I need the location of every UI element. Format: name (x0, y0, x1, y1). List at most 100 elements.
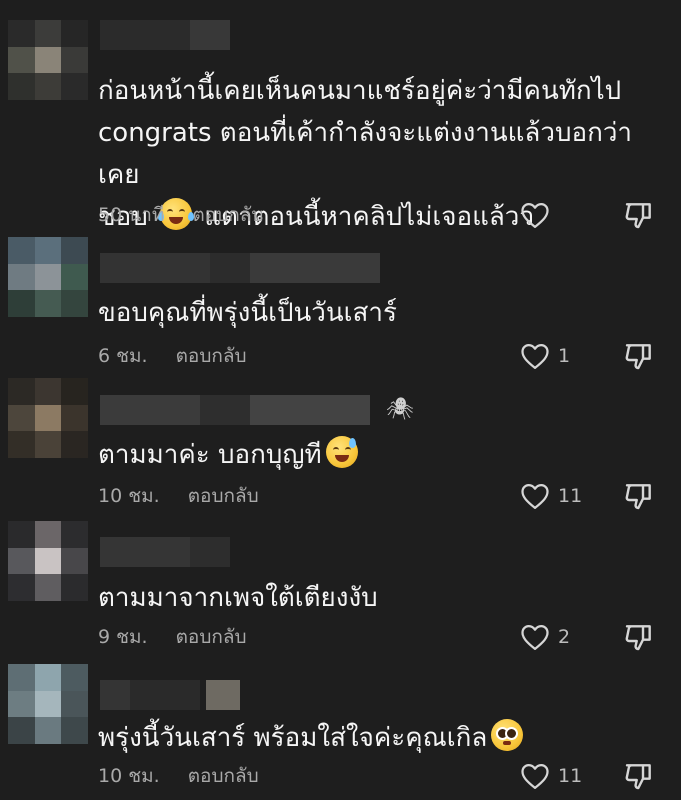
reply-button[interactable]: ตอบกลับ (188, 761, 259, 791)
username-redacted[interactable] (100, 537, 230, 567)
avatar-pixel (61, 237, 88, 264)
comment-meta: 6 ชม. ตอบกลับ (98, 341, 247, 371)
dislike-button[interactable] (623, 340, 655, 372)
like-button[interactable]: 11 (520, 761, 582, 791)
redaction-block (250, 253, 380, 283)
like-button[interactable]: 11 (520, 481, 582, 511)
like-button[interactable] (520, 200, 558, 230)
avatar-pixel (8, 378, 35, 405)
avatar-pixel (8, 431, 35, 458)
avatar-pixel (34, 574, 62, 601)
avatar[interactable] (8, 237, 88, 317)
thumbs-down-icon (625, 625, 651, 651)
redaction-block (190, 20, 230, 50)
avatar-pixel (34, 46, 62, 74)
heart-icon (521, 484, 549, 509)
dislike-button[interactable] (623, 760, 655, 792)
avatar[interactable] (8, 378, 88, 458)
redaction-block (190, 537, 230, 567)
like-count: 11 (558, 765, 583, 787)
comment-list: ก่อนหน้านี้เคยเห็นคนมาแชร์อยู่ค่ะว่ามีคน… (0, 0, 681, 800)
avatar[interactable] (8, 664, 88, 744)
comment-text: พรุ่งนี้วันเสาร์ พร้อมใส่ใจค่ะคุณเกิล (98, 717, 658, 759)
avatar-pixel (61, 404, 88, 432)
comment-text: ตามมาค่ะ บอกบุญที (98, 434, 658, 476)
avatar-pixel (8, 574, 35, 601)
comment-timestamp: 10 ชม. (98, 485, 160, 507)
redaction-block (200, 395, 250, 425)
dislike-button[interactable] (623, 621, 655, 653)
redaction-block (210, 253, 250, 283)
comment-text-segment: พรุ่งนี้วันเสาร์ พร้อมใส่ใจค่ะคุณเกิล (98, 723, 488, 753)
reply-button[interactable]: ตอบกลับ (192, 200, 263, 230)
comment-timestamp: 10 ชม. (98, 765, 160, 787)
username-redacted[interactable] (100, 20, 230, 50)
redaction-block (100, 395, 200, 425)
comment-text-line: congrats ตอนที่เค้ากำลังจะแต่งงานแล้วบอก… (98, 118, 633, 190)
redaction-block (250, 395, 370, 425)
avatar-pixel (61, 521, 88, 548)
thumbs-down-icon (625, 764, 651, 790)
username-redacted[interactable] (100, 253, 380, 283)
username-redacted[interactable]: 🕷 (100, 395, 414, 425)
comment-text: ตามมาจากเพจใต้เตียงงับ (98, 577, 658, 619)
like-button[interactable]: 2 (520, 622, 570, 652)
comment-text: ขอบคุณที่พรุ่งนี้เป็นวันเสาร์ (98, 292, 658, 334)
avatar-pixel (61, 73, 88, 100)
spider-icon: 🕷 (386, 397, 414, 422)
dislike-button[interactable] (623, 199, 655, 231)
heart-icon (521, 764, 549, 789)
redaction-block (100, 537, 190, 567)
avatar-pixel (34, 547, 62, 575)
heart-icon (521, 344, 549, 369)
comment-text-segment: ตามมาค่ะ บอกบุญที (98, 440, 322, 470)
avatar-pixel (8, 290, 35, 317)
comment-meta: 9 ชม. ตอบกลับ (98, 622, 247, 652)
dislike-button[interactable] (623, 480, 655, 512)
reply-button[interactable]: ตอบกลับ (176, 622, 247, 652)
comment-meta: 10 ชม. ตอบกลับ (98, 481, 259, 511)
avatar-pixel (61, 263, 88, 291)
avatar-pixel (34, 404, 62, 432)
avatar-pixel (34, 263, 62, 291)
avatar-pixel (34, 664, 62, 691)
heart-icon (521, 203, 549, 228)
redaction-block (100, 253, 210, 283)
comment-text-line: ขอบคุณที่พรุ่งนี้เป็นวันเสาร์ (98, 298, 397, 328)
avatar-pixel (61, 431, 88, 458)
grinning-face-with-sweat-icon (325, 436, 358, 468)
thumbs-down-icon (625, 484, 651, 510)
avatar-pixel (34, 378, 62, 405)
avatar-pixel (34, 73, 62, 100)
redaction-block (206, 680, 240, 710)
like-count: 11 (558, 485, 583, 507)
avatar-pixel (8, 263, 35, 291)
like-button[interactable]: 1 (520, 341, 570, 371)
comment-meta: 10 ชม. ตอบกลับ (98, 761, 259, 791)
avatar-pixel (61, 46, 88, 74)
avatar-pixel (8, 717, 35, 744)
avatar-pixel (8, 521, 35, 548)
avatar-pixel (61, 690, 88, 718)
username-redacted[interactable] (100, 680, 240, 710)
reply-button[interactable]: ตอบกลับ (188, 481, 259, 511)
avatar-pixel (61, 717, 88, 744)
avatar-pixel (61, 20, 88, 47)
comment-text-line: พรุ่งนี้วันเสาร์ พร้อมใส่ใจค่ะคุณเกิล (98, 717, 658, 759)
avatar-pixel (34, 521, 62, 548)
thumbs-down-icon (625, 203, 651, 229)
avatar-pixel (34, 20, 62, 47)
avatar-pixel (8, 237, 35, 264)
comment-text-line: ตามมาค่ะ บอกบุญที (98, 434, 658, 476)
avatar-pixel (61, 290, 88, 317)
avatar-pixel (34, 431, 62, 458)
reply-button[interactable]: ตอบกลับ (176, 341, 247, 371)
avatar-pixel (8, 547, 35, 575)
avatar[interactable] (8, 521, 88, 601)
avatar[interactable] (8, 20, 88, 100)
flushed-face-icon (491, 719, 524, 751)
comment-timestamp: 6 ชม. (98, 345, 148, 367)
avatar-pixel (34, 717, 62, 744)
redaction-block (130, 680, 200, 710)
redaction-block (100, 20, 190, 50)
